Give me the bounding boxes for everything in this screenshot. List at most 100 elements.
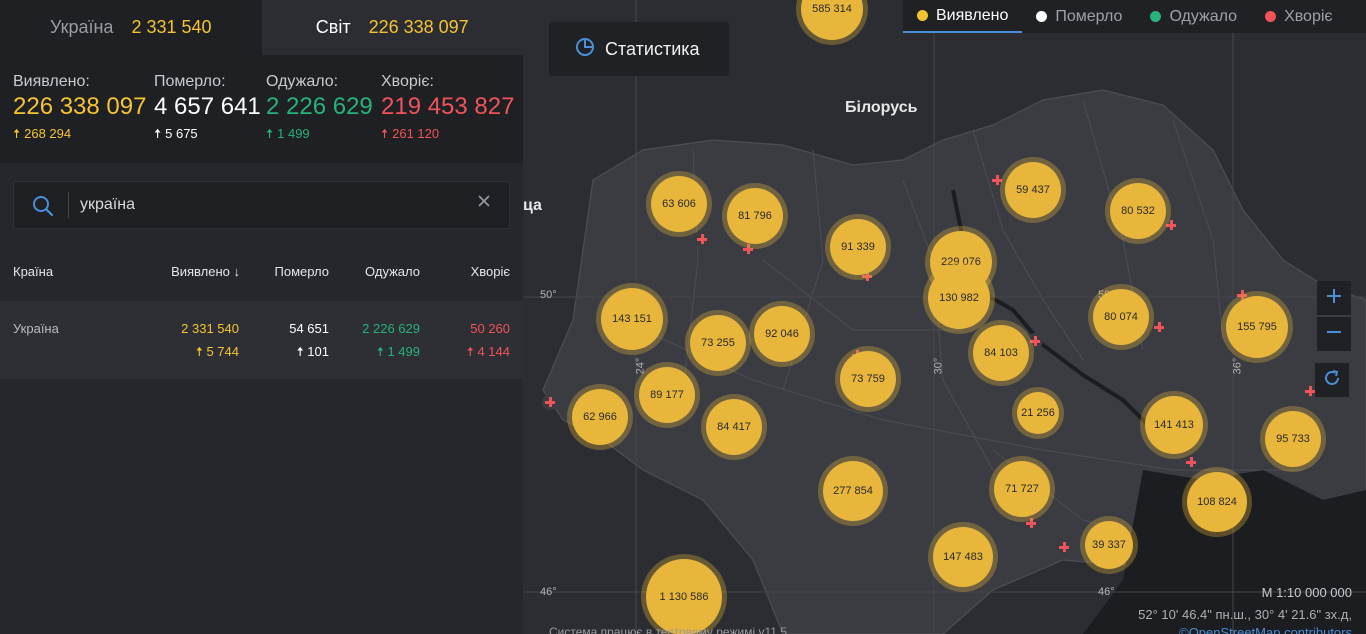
case-cluster[interactable]: 71 727 <box>994 461 1050 517</box>
clear-search-icon[interactable] <box>477 194 491 213</box>
arrow-up-icon: 🠅 <box>466 344 478 359</box>
legend-confirmed-label: Виявлено <box>936 6 1009 24</box>
case-cluster[interactable]: 277 854 <box>823 461 883 521</box>
case-cluster[interactable]: 141 413 <box>1145 396 1203 454</box>
case-cluster[interactable]: 63 606 <box>651 176 707 232</box>
statistics-button[interactable]: Статистика <box>549 22 729 76</box>
stat-recovered-label: Одужало: <box>266 73 339 90</box>
layer-legend: Виявлено Померло Одужало Хворіє <box>903 0 1366 33</box>
col-recovered[interactable]: Одужало <box>365 264 420 279</box>
cursor-coordinates: 52° 10' 46.4" пн.ш., 30° 4' 21.6" зх.д, <box>1138 607 1352 622</box>
arrow-up-icon: 🠅 <box>381 126 389 141</box>
death-marker-icon[interactable] <box>989 172 1005 188</box>
death-marker-icon[interactable] <box>694 231 710 247</box>
stat-active-delta: 🠅 261 120 <box>381 125 514 147</box>
death-marker-icon[interactable] <box>1183 454 1199 470</box>
case-cluster[interactable]: 81 796 <box>727 188 783 244</box>
tab-world-value: 226 338 097 <box>368 17 469 37</box>
zoom-out-button[interactable] <box>1317 317 1351 351</box>
case-cluster[interactable]: 92 046 <box>754 306 810 362</box>
legend-dot-icon <box>917 10 928 21</box>
stat-deaths: Померло: 4 657 641 🠅 5 675 <box>154 73 261 147</box>
tab-ukraine[interactable]: Україна 2 331 540 <box>0 0 262 55</box>
case-cluster[interactable]: 1 130 586 <box>646 559 722 634</box>
arrow-up-icon: 🠅 <box>376 344 388 359</box>
case-cluster[interactable]: 73 255 <box>690 315 746 371</box>
stat-recovered-delta: 🠅 1 499 <box>266 125 373 147</box>
case-cluster[interactable]: 91 339 <box>830 219 886 275</box>
search-icon[interactable] <box>32 195 54 222</box>
legend-deaths[interactable]: Померло <box>1022 0 1136 33</box>
row-deaths: 54 651 <box>289 321 329 336</box>
zoom-in-button[interactable] <box>1317 281 1351 315</box>
legend-confirmed[interactable]: Виявлено <box>903 0 1023 33</box>
death-marker-icon[interactable] <box>1151 319 1167 335</box>
refresh-icon <box>1322 368 1342 393</box>
country-search <box>13 181 510 229</box>
row-recovered-delta: 🠅 1 499 <box>377 343 420 365</box>
case-cluster[interactable]: 62 966 <box>572 389 628 445</box>
case-cluster[interactable]: 39 337 <box>1085 521 1133 569</box>
legend-recovered[interactable]: Одужало <box>1136 0 1251 33</box>
reset-view-button[interactable] <box>1315 363 1349 397</box>
search-divider <box>68 192 69 218</box>
stat-deaths-value: 4 657 641 <box>154 93 261 120</box>
case-cluster[interactable]: 84 417 <box>706 399 762 455</box>
tab-world[interactable]: Світ 226 338 097 <box>261 0 523 55</box>
map-view[interactable]: 50° 50° 46° 46° 24° 30° 36° Білорусь ца … <box>523 0 1366 634</box>
stat-recovered: Одужало: 2 226 629 🠅 1 499 <box>266 73 373 147</box>
case-cluster[interactable]: 84 103 <box>973 325 1029 381</box>
case-cluster[interactable]: 89 177 <box>639 367 695 423</box>
case-cluster[interactable]: 59 437 <box>1005 162 1061 218</box>
death-marker-icon[interactable] <box>542 394 558 410</box>
col-confirmed[interactable]: Виявлено ↓ <box>171 264 240 279</box>
case-cluster[interactable]: 147 483 <box>933 527 993 587</box>
legend-active[interactable]: Хворіє <box>1251 0 1347 33</box>
case-cluster[interactable]: 80 074 <box>1093 289 1149 345</box>
stat-confirmed-label: Виявлено: <box>13 73 90 90</box>
osm-attribution-link[interactable]: ©OpenStreetMap contributors <box>1179 625 1352 634</box>
col-deaths[interactable]: Померло <box>275 264 330 279</box>
death-marker-icon[interactable] <box>1027 333 1043 349</box>
death-marker-icon[interactable] <box>1023 515 1039 531</box>
tab-ukraine-label: Україна <box>49 17 114 37</box>
stat-deaths-label: Померло: <box>154 73 226 90</box>
pie-chart-icon <box>575 37 595 62</box>
sidebar: Україна 2 331 540 Світ 226 338 097 Виявл… <box>0 0 523 634</box>
case-cluster[interactable]: 155 795 <box>1226 296 1288 358</box>
stat-deaths-delta-value: 5 675 <box>165 126 198 141</box>
row-deaths-delta: 🠅 101 <box>297 343 329 365</box>
col-active[interactable]: Хворіє <box>471 264 510 279</box>
stat-recovered-value: 2 226 629 <box>266 93 373 120</box>
table-header: Країна Виявлено ↓ Померло Одужало Хворіє <box>0 264 523 284</box>
case-cluster[interactable]: 80 532 <box>1110 183 1166 239</box>
grid-label-lon: 24° <box>634 357 647 375</box>
row-confirmed-delta: 🠅 5 744 <box>196 343 239 365</box>
case-cluster[interactable]: 130 982 <box>928 267 990 329</box>
table-row[interactable]: Україна 2 331 540 🠅 5 744 54 651 🠅 101 2… <box>0 301 523 379</box>
row-active-delta-value: 4 144 <box>477 344 510 359</box>
grid-label-lon: 30° <box>932 357 945 375</box>
col-country[interactable]: Країна <box>13 264 53 279</box>
plus-icon <box>1326 288 1342 309</box>
death-marker-icon[interactable] <box>1056 539 1072 555</box>
stat-deaths-delta: 🠅 5 675 <box>154 125 261 147</box>
legend-recovered-label: Одужало <box>1169 7 1238 25</box>
stat-confirmed-delta-value: 268 294 <box>24 126 72 141</box>
search-input[interactable] <box>80 182 460 228</box>
death-marker-icon[interactable] <box>1163 217 1179 233</box>
case-cluster[interactable]: 73 759 <box>840 351 896 407</box>
tab-world-label: Світ <box>315 17 351 37</box>
case-cluster[interactable]: 21 256 <box>1017 392 1059 434</box>
row-country: Україна <box>13 321 59 336</box>
row-deaths-delta-value: 101 <box>307 344 329 359</box>
tab-ukraine-value: 2 331 540 <box>131 17 212 37</box>
stat-recovered-delta-value: 1 499 <box>277 126 310 141</box>
case-cluster[interactable]: 108 824 <box>1187 472 1247 532</box>
grid-label-lat: 46° <box>1098 586 1115 598</box>
case-cluster[interactable]: 95 733 <box>1265 411 1321 467</box>
case-cluster[interactable]: 143 151 <box>601 288 663 350</box>
statistics-button-label: Статистика <box>605 38 700 59</box>
grid-label-lon: 36° <box>1231 357 1244 375</box>
arrow-up-icon: 🠅 <box>266 126 274 141</box>
